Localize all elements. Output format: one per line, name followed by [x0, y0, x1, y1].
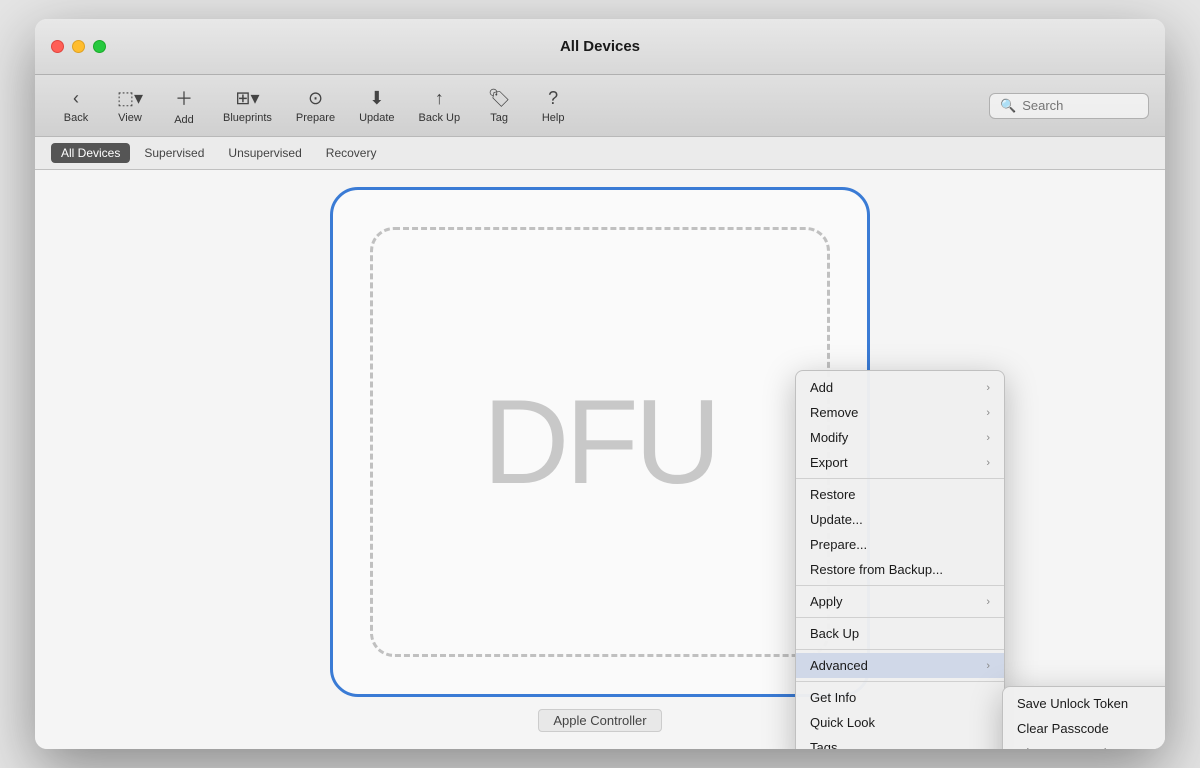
menu-item-restore-backup[interactable]: Restore from Backup... [796, 557, 1004, 582]
menu-item-apply-label: Apply [810, 594, 843, 609]
prepare-label: Prepare [296, 112, 335, 124]
main-window: All Devices ‹ Back ⬚▾ View ＋ Add ⊞▾ Blue… [35, 19, 1165, 749]
tab-supervised[interactable]: Supervised [134, 143, 214, 163]
help-label: Help [542, 112, 565, 124]
toolbar: ‹ Back ⬚▾ View ＋ Add ⊞▾ Blueprints ⊙ Pre… [35, 75, 1165, 137]
chevron-right-icon: › [986, 432, 990, 444]
update-icon: ⬇ [369, 88, 384, 109]
backup-label: Back Up [419, 112, 461, 124]
menu-item-add-label: Add [810, 380, 833, 395]
menu-separator-3 [796, 617, 1004, 618]
menu-item-export-label: Export [810, 455, 848, 470]
view-button[interactable]: ⬚▾ View [105, 82, 155, 130]
submenu-item-clear-screen-time-label: Clear Screen Time Passcode [1017, 746, 1165, 749]
main-content: DFU Apple Controller Add › Remove › Modi… [35, 170, 1165, 749]
tag-icon: 🏷 [488, 88, 511, 109]
search-box[interactable]: 🔍 [989, 93, 1149, 119]
backup-icon: ↑ [435, 88, 444, 109]
menu-separator-1 [796, 478, 1004, 479]
menu-item-add[interactable]: Add › [796, 375, 1004, 400]
menu-item-remove-label: Remove [810, 405, 858, 420]
submenu-item-save-unlock-label: Save Unlock Token [1017, 696, 1128, 711]
menu-item-get-info-label: Get Info [810, 690, 856, 705]
window-title: All Devices [560, 38, 640, 55]
menu-item-backup-label: Back Up [810, 626, 859, 641]
titlebar: All Devices [35, 19, 1165, 75]
submenu-advanced: Save Unlock Token Clear Passcode Clear S… [1002, 686, 1165, 749]
add-button[interactable]: ＋ Add [159, 79, 209, 132]
minimize-button[interactable] [72, 40, 85, 53]
menu-item-prepare-label: Prepare... [810, 537, 867, 552]
tab-unsupervised[interactable]: Unsupervised [218, 143, 311, 163]
submenu-item-clear-passcode[interactable]: Clear Passcode [1003, 716, 1165, 741]
menu-item-prepare[interactable]: Prepare... [796, 532, 1004, 557]
menu-item-update-label: Update... [810, 512, 863, 527]
menu-item-advanced[interactable]: Advanced › [796, 653, 1004, 678]
menu-item-restore[interactable]: Restore [796, 482, 1004, 507]
tab-recovery[interactable]: Recovery [316, 143, 387, 163]
device-card-label: Apple Controller [538, 709, 661, 732]
chevron-right-icon: › [986, 407, 990, 419]
backup-button[interactable]: ↑ Back Up [409, 82, 471, 130]
chevron-right-icon: › [986, 596, 990, 608]
menu-item-remove[interactable]: Remove › [796, 400, 1004, 425]
menu-item-modify-label: Modify [810, 430, 848, 445]
close-button[interactable] [51, 40, 64, 53]
menu-item-apply[interactable]: Apply › [796, 589, 1004, 614]
menu-item-update[interactable]: Update... [796, 507, 1004, 532]
add-icon: ＋ [175, 85, 193, 111]
prepare-button[interactable]: ⊙ Prepare [286, 82, 345, 130]
tag-button[interactable]: 🏷 Tag [474, 82, 524, 130]
submenu-item-clear-passcode-label: Clear Passcode [1017, 721, 1109, 736]
tab-all-devices[interactable]: All Devices [51, 143, 130, 163]
menu-item-restore-backup-label: Restore from Backup... [810, 562, 943, 577]
search-icon: 🔍 [1000, 98, 1016, 114]
context-menu: Add › Remove › Modify › Export › Restore… [795, 370, 1005, 749]
update-label: Update [359, 112, 394, 124]
search-input[interactable] [1022, 98, 1138, 113]
update-button[interactable]: ⬇ Update [349, 82, 404, 130]
back-button[interactable]: ‹ Back [51, 82, 101, 130]
tabbar: All Devices Supervised Unsupervised Reco… [35, 137, 1165, 170]
dfu-label: DFU [483, 373, 718, 511]
help-icon: ? [548, 88, 558, 109]
blueprints-button[interactable]: ⊞▾ Blueprints [213, 82, 282, 130]
menu-item-restore-label: Restore [810, 487, 856, 502]
view-label: View [118, 112, 142, 124]
submenu-item-clear-screen-time[interactable]: Clear Screen Time Passcode [1003, 741, 1165, 749]
help-button[interactable]: ? Help [528, 82, 578, 130]
dfu-inner: DFU [370, 227, 830, 657]
menu-item-quick-look-label: Quick Look [810, 715, 875, 730]
menu-item-backup[interactable]: Back Up [796, 621, 1004, 646]
blueprints-icon: ⊞▾ [235, 88, 259, 109]
menu-separator-4 [796, 649, 1004, 650]
chevron-right-icon: › [986, 457, 990, 469]
back-label: Back [64, 112, 88, 124]
chevron-right-icon: › [986, 382, 990, 394]
menu-separator-5 [796, 681, 1004, 682]
view-icon: ⬚▾ [117, 88, 143, 109]
device-card: DFU Apple Controller [330, 187, 870, 732]
submenu-item-save-unlock[interactable]: Save Unlock Token [1003, 691, 1165, 716]
maximize-button[interactable] [93, 40, 106, 53]
prepare-icon: ⊙ [308, 88, 323, 109]
menu-item-quick-look[interactable]: Quick Look [796, 710, 1004, 735]
menu-separator-2 [796, 585, 1004, 586]
menu-item-tags-label: Tags... [810, 740, 848, 749]
traffic-lights [51, 40, 106, 53]
device-box: DFU [330, 187, 870, 697]
menu-item-advanced-label: Advanced [810, 658, 868, 673]
menu-item-get-info[interactable]: Get Info [796, 685, 1004, 710]
tag-label: Tag [490, 112, 508, 124]
menu-item-modify[interactable]: Modify › [796, 425, 1004, 450]
back-icon: ‹ [73, 88, 79, 109]
add-label: Add [174, 114, 194, 126]
menu-item-export[interactable]: Export › [796, 450, 1004, 475]
menu-item-tags[interactable]: Tags... [796, 735, 1004, 749]
blueprints-label: Blueprints [223, 112, 272, 124]
chevron-right-icon: › [986, 660, 990, 672]
